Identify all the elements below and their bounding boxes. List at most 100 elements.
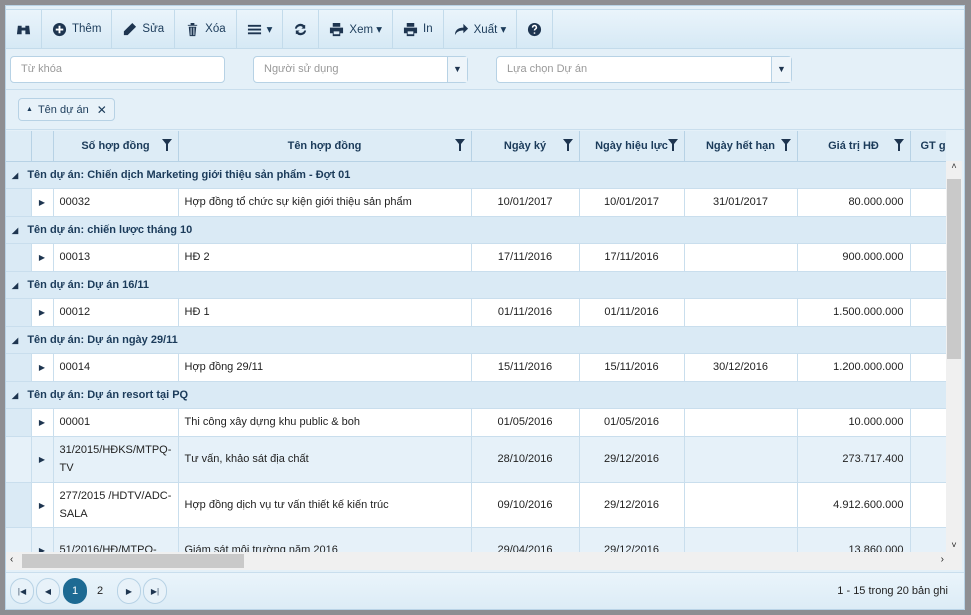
keyword-input[interactable]: Từ khóa — [10, 56, 225, 83]
plus-circle-icon — [52, 22, 67, 36]
sort-asc-icon: ▲ — [26, 106, 33, 113]
in-button[interactable]: In — [393, 10, 444, 48]
table-row[interactable]: ▶ 00001 Thi công xây dựng khu public & boh… — [6, 408, 946, 437]
help-button[interactable] — [517, 10, 554, 48]
collapse-icon[interactable]: ◢ — [12, 171, 18, 180]
cell: 4.912.600.000 — [797, 482, 911, 528]
group-title: Tên dự án: Dự án resort tại PQ — [27, 388, 189, 401]
cell — [910, 188, 946, 217]
print-icon — [330, 22, 344, 36]
table-row[interactable]: ▶ 51/2016/HĐ/MTPQ- Giám sát môi trường năm… — [6, 527, 946, 552]
expand-row-icon[interactable]: ▶ — [39, 198, 45, 207]
cell: 1.500.000.000 — [797, 298, 911, 327]
column-header-label: Ngày hiệu lực — [595, 139, 668, 152]
first-page-button[interactable]: |◀ — [10, 578, 34, 604]
filter-icon[interactable] — [667, 139, 678, 151]
group-indent — [6, 527, 32, 552]
column-header[interactable]: Ngày hết hạn — [684, 131, 798, 162]
horizontal-scroll-thumb[interactable] — [22, 554, 244, 568]
group-row[interactable]: ◢ Tên dự án: Dự án resort tại PQ — [6, 381, 946, 409]
expand-row-icon[interactable]: ▶ — [39, 455, 45, 464]
cell: 10.000.000 — [797, 408, 911, 437]
xem-button[interactable]: Xem ▾ — [319, 10, 394, 48]
group-indent — [6, 482, 32, 528]
user-select[interactable]: Người sử dụng ▼ — [253, 56, 468, 83]
group-row[interactable]: ◢ Tên dự án: Chiến dịch Marketing giới t… — [6, 161, 946, 189]
refresh-icon — [295, 23, 307, 35]
-button[interactable]: ▾ — [237, 10, 284, 48]
group-indent — [6, 243, 32, 272]
xóa-button[interactable]: Xóa — [175, 10, 237, 48]
group-row[interactable]: ◢ Tên dự án: chiến lược tháng 10 — [6, 216, 946, 244]
group-row[interactable]: ◢ Tên dự án: Dự án 16/11 — [6, 271, 946, 299]
cell: 00014 — [53, 353, 179, 382]
group-chip-label: Tên dự án — [37, 103, 89, 116]
collapse-icon[interactable]: ◢ — [12, 281, 18, 290]
cell: 01/11/2016 — [579, 298, 685, 327]
cell: 28/10/2016 — [471, 436, 580, 483]
project-select-placeholder: Lựa chọn Dự án — [507, 63, 588, 75]
horizontal-scrollbar[interactable]: ‹ › — [6, 552, 962, 570]
project-select[interactable]: Lựa chọn Dự án ▼ — [496, 56, 792, 83]
cell: 80.000.000 — [797, 188, 911, 217]
table-row[interactable]: ▶ 00032 Hợp đồng tổ chức sự kiện giới thiệ… — [6, 188, 946, 217]
column-header[interactable]: Số hợp đồng — [53, 131, 179, 162]
cell: 900.000.000 — [797, 243, 911, 272]
vertical-scrollbar[interactable]: ˄ ˅ — [946, 161, 962, 552]
close-icon[interactable]: ✕ — [97, 103, 107, 117]
group-indent — [6, 436, 32, 483]
filter-icon[interactable] — [780, 139, 791, 151]
table-row[interactable]: ▶ 00012 HĐ 1 01/11/2016 01/11/2016 1.500.000.… — [6, 298, 946, 327]
collapse-icon[interactable]: ◢ — [12, 336, 18, 345]
sửa-button[interactable]: Sửa — [112, 10, 176, 48]
prev-page-button[interactable]: ◀ — [36, 578, 60, 604]
table-row[interactable]: ▶ 00013 HĐ 2 17/11/2016 17/11/2016 900.000.00… — [6, 243, 946, 272]
vertical-scroll-thumb[interactable] — [947, 179, 961, 359]
cell: Hợp đồng tổ chức sự kiện giới thiệu sản … — [178, 188, 472, 217]
table-row[interactable]: ▶ 00014 Hợp đồng 29/11 15/11/2016 15/11/2016… — [6, 353, 946, 382]
expand-row-icon[interactable]: ▶ — [39, 501, 45, 510]
collapse-icon[interactable]: ◢ — [12, 226, 18, 235]
expand-row-icon[interactable]: ▶ — [39, 418, 45, 427]
column-header[interactable]: Ngày hiệu lực — [579, 131, 685, 162]
column-header[interactable]: GT g — [910, 131, 946, 162]
column-header-label: Ngày ký — [503, 139, 547, 152]
chevron-down-icon[interactable]: ▼ — [447, 57, 467, 82]
group-chip-project[interactable]: ▲ Tên dự án ✕ — [18, 98, 115, 121]
expand-row-icon[interactable]: ▶ — [39, 363, 45, 372]
column-header[interactable]: Tên hợp đồng — [178, 131, 472, 162]
page-1-button[interactable]: 1 — [63, 578, 87, 604]
cell: 31/01/2017 — [684, 188, 798, 217]
column-header[interactable]: Giá trị HĐ — [797, 131, 911, 162]
cell — [910, 436, 946, 483]
last-page-button[interactable]: ▶| — [143, 578, 167, 604]
filter-icon[interactable] — [562, 139, 573, 151]
cell: 09/10/2016 — [471, 482, 580, 528]
table-row[interactable]: ▶ 31/2015/HĐKS/MTPQ-TV Tư vấn, khảo sát đị… — [6, 436, 946, 483]
group-row[interactable]: ◢ Tên dự án: Dự án ngày 29/11 — [6, 326, 946, 354]
cell: 10/01/2017 — [579, 188, 685, 217]
toolbar-label: ▾ — [266, 24, 273, 36]
cell: 17/11/2016 — [471, 243, 580, 272]
page-2-button[interactable]: 2 — [97, 578, 103, 604]
collapse-icon[interactable]: ◢ — [12, 391, 18, 400]
filter-icon[interactable] — [454, 139, 465, 151]
refresh-button[interactable] — [283, 10, 320, 48]
cell: 00032 — [53, 188, 179, 217]
cell: HĐ 2 — [178, 243, 472, 272]
next-page-button[interactable]: ▶ — [117, 578, 141, 604]
table-row[interactable]: ▶ 277/2015 /HDTV/ADC-SALA Hợp đồng dịch vụ… — [6, 482, 946, 528]
binoculars-button[interactable] — [6, 10, 42, 48]
expand-row-icon[interactable]: ▶ — [39, 308, 45, 317]
group-indent — [6, 188, 32, 217]
toolbar-label: Sửa — [142, 23, 165, 35]
column-header[interactable]: Ngày ký — [471, 131, 580, 162]
expand-row-icon[interactable]: ▶ — [39, 253, 45, 262]
xuất-button[interactable]: Xuất ▾ — [444, 10, 518, 48]
group-title: Tên dự án: Dự án ngày 29/11 — [27, 333, 178, 346]
chevron-down-icon[interactable]: ▼ — [771, 57, 791, 82]
filter-icon[interactable] — [161, 139, 172, 151]
filter-icon[interactable] — [893, 139, 904, 151]
thêm-button[interactable]: Thêm — [42, 10, 113, 48]
cell — [684, 527, 798, 552]
